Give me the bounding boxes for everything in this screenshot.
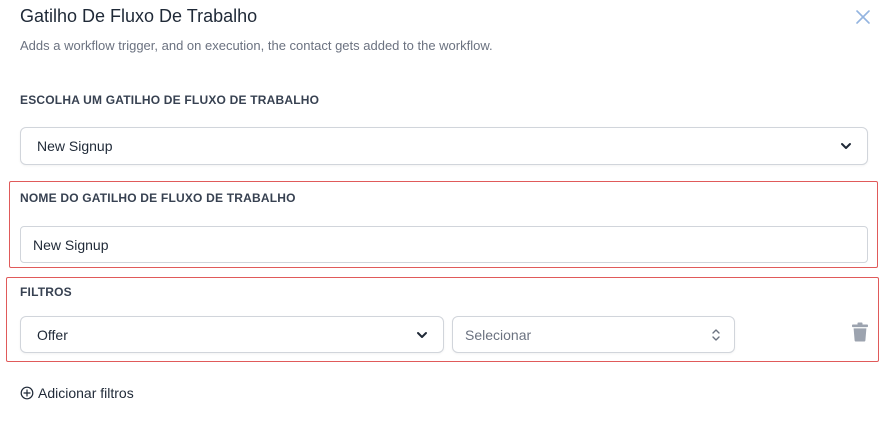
trigger-name-input[interactable] <box>20 226 868 263</box>
trash-icon[interactable] <box>851 322 869 342</box>
trigger-select-value: New Signup <box>37 138 113 154</box>
modal-title: Gatilho De Fluxo De Trabalho <box>20 6 258 26</box>
filter-field-select[interactable]: Offer <box>20 316 444 353</box>
chevron-down-icon <box>417 332 427 338</box>
filters-label: FILTROS <box>20 285 72 299</box>
updown-chevron-icon <box>712 329 720 341</box>
filter-field-value: Offer <box>37 327 68 343</box>
trigger-name-label: NOME DO GATILHO DE FLUXO DE TRABALHO <box>20 191 296 205</box>
close-icon[interactable] <box>852 6 874 28</box>
chevron-down-icon <box>841 143 851 149</box>
trigger-select[interactable]: New Signup <box>20 127 868 165</box>
filter-operator-placeholder: Selecionar <box>465 327 532 343</box>
plus-circle-icon <box>20 386 34 400</box>
filter-operator-select[interactable]: Selecionar <box>452 316 735 353</box>
trigger-select-label: ESCOLHA UM GATILHO DE FLUXO DE TRABALHO <box>20 93 320 107</box>
modal-subtitle: Adds a workflow trigger, and on executio… <box>20 38 493 53</box>
add-filter-label: Adicionar filtros <box>38 385 134 401</box>
add-filter-button[interactable]: Adicionar filtros <box>20 384 134 402</box>
